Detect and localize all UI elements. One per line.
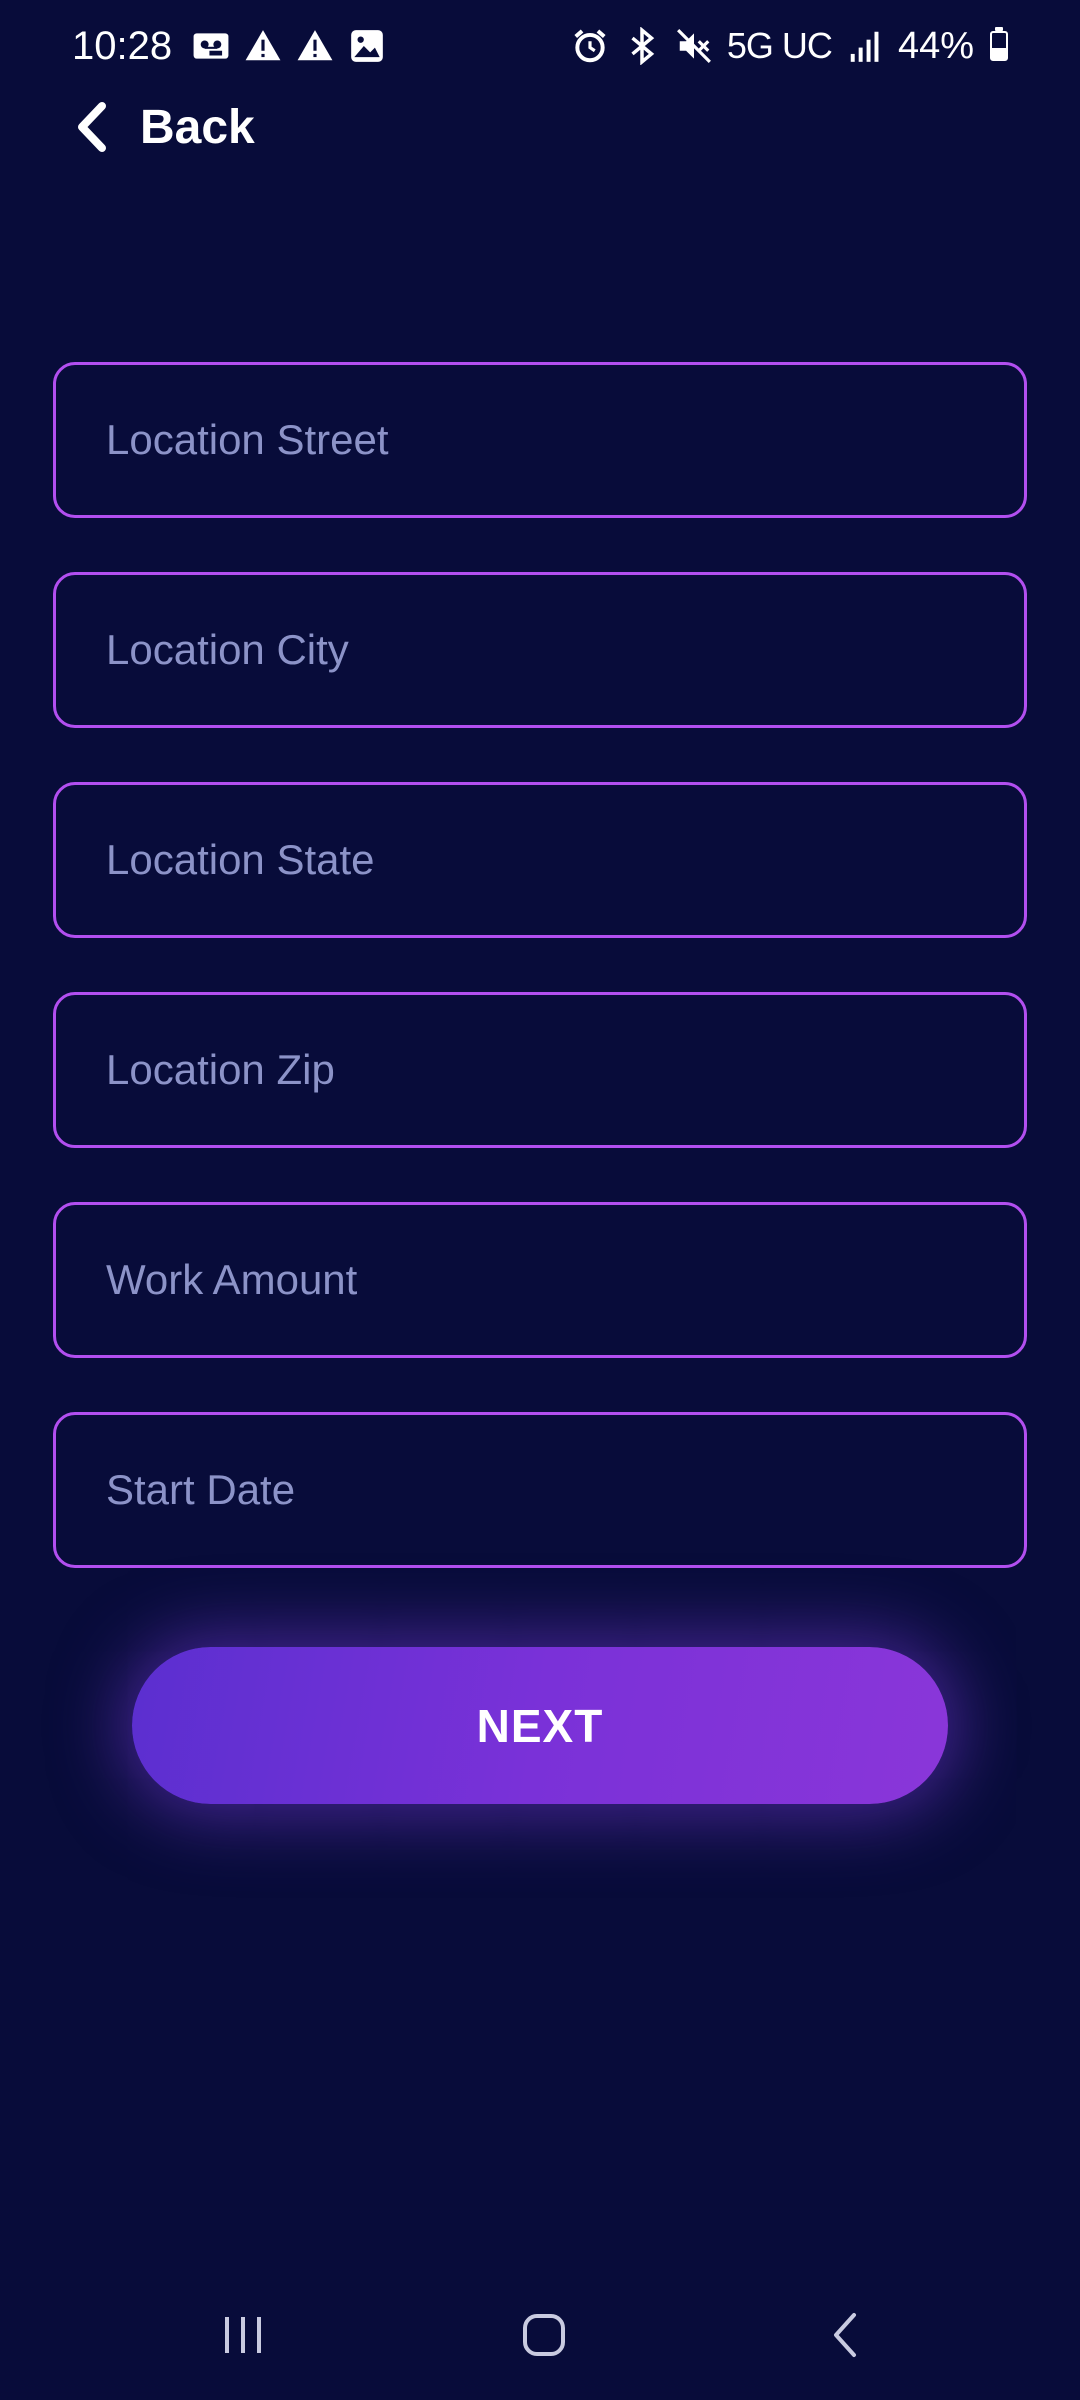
bluetooth-icon: [623, 27, 661, 65]
back-button[interactable]: Back: [72, 92, 255, 162]
chevron-left-icon: [72, 100, 112, 154]
warning-icon: [244, 27, 282, 65]
image-icon: [348, 27, 386, 65]
status-right: 5G UC 44%: [571, 25, 1008, 68]
warning-icon: [296, 27, 334, 65]
status-time: 10:28: [72, 23, 173, 68]
battery-percentage: 44%: [897, 24, 974, 67]
recents-icon[interactable]: [198, 2290, 288, 2380]
screen: 10:28 5G UC 44% Back Location Street Loc…: [0, 0, 1080, 2400]
mute-icon: [675, 27, 713, 65]
location-city-input[interactable]: [53, 572, 1027, 728]
home-icon[interactable]: [499, 2290, 589, 2380]
work-amount-input[interactable]: [53, 1202, 1027, 1358]
system-nav-bar: [0, 2290, 1080, 2382]
start-date-input[interactable]: [53, 1412, 1027, 1568]
location-state-input[interactable]: [53, 782, 1027, 938]
signal-icon: [846, 27, 884, 65]
location-zip-input[interactable]: [53, 992, 1027, 1148]
battery-icon: [990, 27, 1008, 61]
network-type: 5G UC: [726, 25, 833, 66]
location-street-input[interactable]: [53, 362, 1027, 518]
alarm-icon: [571, 27, 609, 65]
status-left: 10:28: [72, 24, 386, 69]
battery-fill: [992, 47, 1006, 59]
status-bar: 10:28 5G UC 44%: [0, 0, 1080, 92]
back-label: Back: [140, 100, 255, 154]
next-button[interactable]: NEXT: [132, 1647, 948, 1804]
back-nav-icon[interactable]: [800, 2290, 890, 2380]
location-form: [53, 362, 1027, 1622]
voicemail-icon: [192, 27, 230, 65]
